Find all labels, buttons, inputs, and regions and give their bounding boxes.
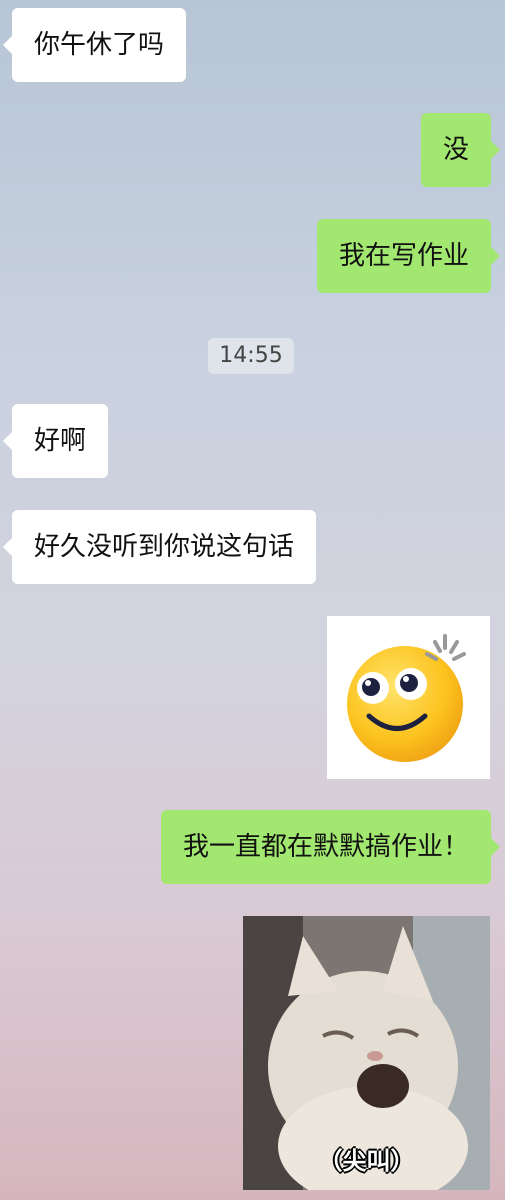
message-text: 好啊 — [34, 426, 87, 456]
timestamp: 14:55 — [208, 338, 294, 374]
message-text: 好久没听到你说这句话 — [34, 532, 295, 562]
message-outgoing[interactable]: 我一直都在默默搞作业！ — [160, 810, 501, 884]
cat-sticker[interactable]: （尖叫） — [243, 916, 490, 1190]
message-incoming[interactable]: 你午休了吗 — [2, 8, 187, 82]
message-incoming[interactable]: 好久没听到你说这句话 — [2, 510, 317, 584]
emoji-sticker[interactable] — [327, 616, 490, 779]
sticker-caption: （尖叫） — [318, 1147, 415, 1175]
message-outgoing[interactable]: 我在写作业 — [316, 219, 501, 293]
message-text: 你午休了吗 — [34, 30, 165, 60]
smiling-face-icon — [347, 634, 466, 762]
message-text: 没 — [442, 135, 469, 165]
message-text: 我在写作业 — [338, 241, 469, 271]
message-outgoing[interactable]: 没 — [420, 113, 501, 187]
message-text: 我一直都在默默搞作业！ — [182, 832, 469, 862]
message-incoming[interactable]: 好啊 — [2, 404, 109, 478]
